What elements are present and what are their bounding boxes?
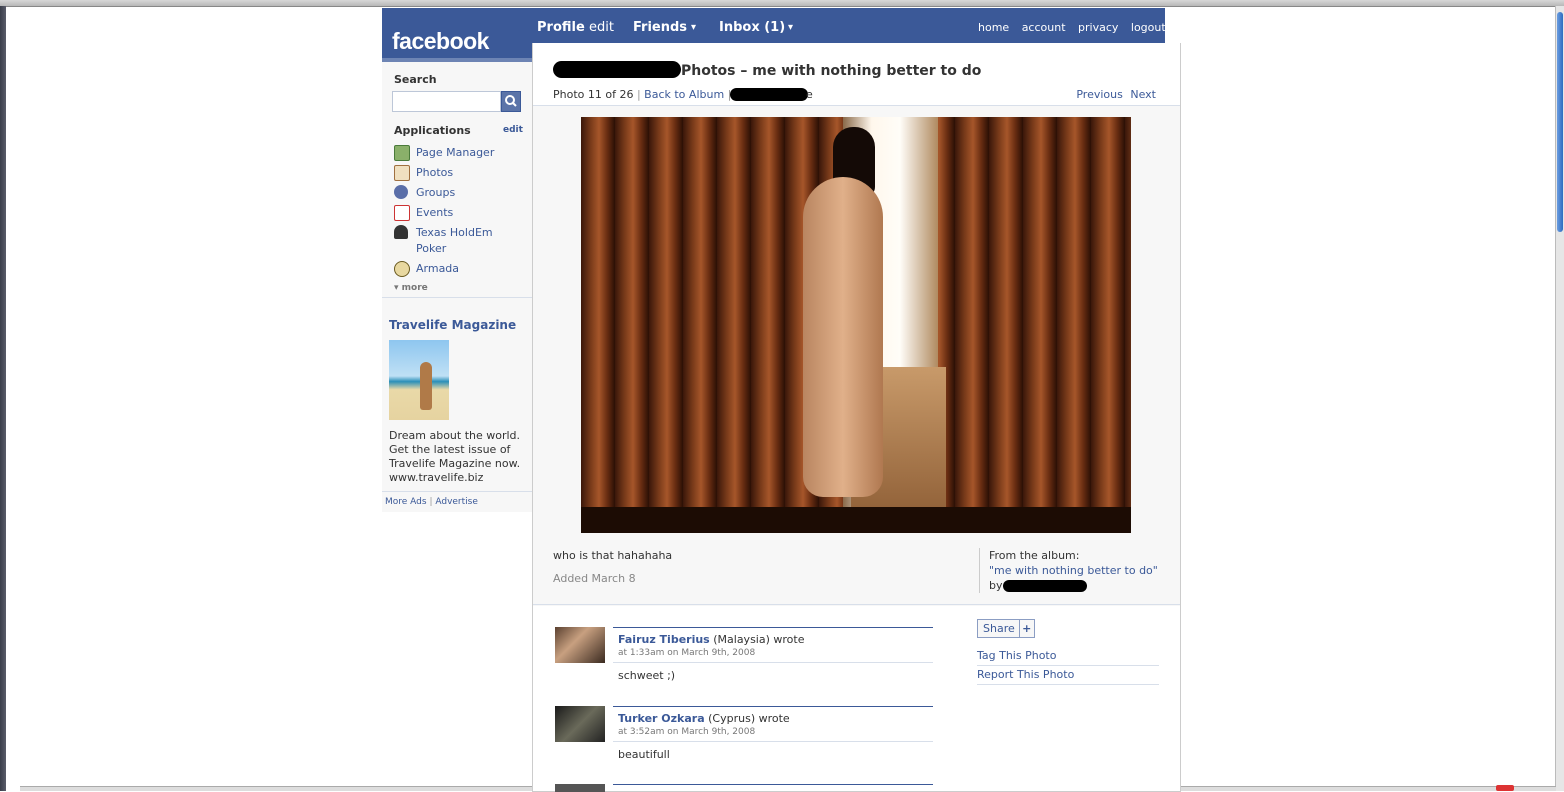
applications-edit-link[interactable]: edit [503, 125, 523, 135]
applications-label: Applications [394, 124, 471, 137]
armada-icon [394, 261, 410, 277]
comment-timestamp: at 3:52am on March 9th, 2008 [618, 727, 756, 737]
photo-subline: Photo 11 of 26 | Back to Album | [553, 88, 731, 101]
account-links: home account privacy logout [969, 21, 1166, 34]
photo-caption: who is that hahahaha [553, 549, 673, 562]
search-label: Search [394, 73, 437, 86]
nav-inbox[interactable]: Inbox (1) [719, 20, 785, 35]
sidebar-divider [382, 297, 532, 298]
search-button[interactable] [501, 91, 521, 112]
comment-location: (Malaysia) wrote [713, 633, 805, 646]
desktop-edge [0, 6, 6, 791]
nav-edit[interactable]: edit [589, 20, 614, 35]
comment-text: beautifull [618, 748, 670, 761]
comment-author-link[interactable]: Turker Ozkara [618, 712, 705, 725]
next-comment-rule [613, 784, 933, 785]
comment-timestamp: at 1:33am on March 9th, 2008 [618, 648, 756, 658]
inbox-dropdown-icon[interactable]: ▾ [788, 22, 793, 33]
nav-home[interactable]: home [978, 21, 1009, 34]
back-to-album-link[interactable]: Back to Album [644, 88, 724, 101]
from-album-label: From the album: [989, 549, 1080, 562]
comment-author-line: Fairuz Tiberius (Malaysia) wrote [618, 633, 804, 646]
logo-box: facebook [382, 8, 532, 62]
search-icon [505, 95, 517, 107]
poker-icon [394, 225, 408, 239]
photo-page-title: Photos – me with nothing better to do [681, 63, 982, 79]
status-badge [1496, 785, 1514, 791]
main-photo[interactable] [581, 117, 1131, 533]
comment-author-line: Turker Ozkara (Cyprus) wrote [618, 712, 790, 725]
nav-profile[interactable]: Profile [537, 20, 585, 35]
groups-icon [394, 185, 408, 199]
ad-title[interactable]: Travelife Magazine [389, 318, 516, 332]
browser-toolbar-edge [0, 0, 1564, 7]
photo-floor [581, 507, 1131, 533]
redacted-name [553, 61, 681, 78]
facebook-logo[interactable]: facebook [392, 28, 489, 55]
album-name-link[interactable]: "me with nothing better to do" [989, 563, 1169, 578]
nav-logout[interactable]: logout [1131, 21, 1166, 34]
nav-friends[interactable]: Friends [633, 20, 687, 35]
ad-figure [420, 362, 432, 410]
ad-links: More Ads | Advertise [385, 497, 478, 507]
report-photo-link[interactable]: Report This Photo [977, 666, 1159, 685]
events-icon [394, 205, 410, 221]
page-manager-icon [394, 145, 410, 161]
comment-location: (Cyprus) wrote [708, 712, 790, 725]
more-apps-link[interactable]: ▾ more [394, 283, 428, 293]
comment-header: Fairuz Tiberius (Malaysia) wrote at 1:33… [613, 627, 933, 663]
album-by: by [989, 578, 1169, 593]
friends-dropdown-icon[interactable]: ▾ [691, 22, 696, 33]
photo-counter: Photo 11 of 26 [553, 88, 634, 101]
photo-added-date: Added March 8 [553, 572, 636, 585]
redacted-album-owner [1002, 580, 1087, 592]
share-button[interactable]: Share + [977, 619, 1035, 638]
search-input[interactable] [392, 91, 501, 112]
photo-pager: Previous Next [1076, 88, 1156, 101]
vertical-scrollbar[interactable] [1555, 6, 1564, 791]
avatar[interactable] [555, 706, 605, 742]
scrollbar-thumb[interactable] [1557, 12, 1563, 232]
owner-name-tail: e [806, 88, 813, 101]
comment-author-link[interactable]: Fairuz Tiberius [618, 633, 710, 646]
ad-text: Dream about the world. Get the latest is… [389, 429, 521, 484]
photo-content: Photos – me with nothing better to do Ph… [532, 43, 1181, 792]
photos-icon [394, 165, 410, 181]
comment-text: schweet ;) [618, 669, 676, 682]
nav-privacy[interactable]: privacy [1078, 21, 1118, 34]
nav-account[interactable]: account [1022, 21, 1066, 34]
comment-header: Turker Ozkara (Cyprus) wrote at 3:52am o… [613, 706, 933, 742]
album-info: From the album: "me with nothing better … [979, 548, 1169, 593]
advertise-link[interactable]: Advertise [435, 497, 478, 507]
ad-divider [382, 491, 532, 492]
photo-figure [803, 177, 883, 497]
comments-divider [533, 604, 1180, 605]
avatar[interactable] [555, 627, 605, 663]
previous-link[interactable]: Previous [1076, 88, 1123, 101]
comment-item: Turker Ozkara (Cyprus) wrote at 3:52am o… [555, 706, 935, 776]
tag-photo-link[interactable]: Tag This Photo [977, 647, 1159, 666]
more-ads-link[interactable]: More Ads [385, 497, 427, 507]
next-link[interactable]: Next [1130, 88, 1156, 101]
comment-item: Fairuz Tiberius (Malaysia) wrote at 1:33… [555, 627, 935, 697]
redacted-owner [730, 88, 808, 101]
share-plus-icon[interactable]: + [1018, 620, 1034, 637]
ad-image[interactable] [389, 340, 449, 420]
